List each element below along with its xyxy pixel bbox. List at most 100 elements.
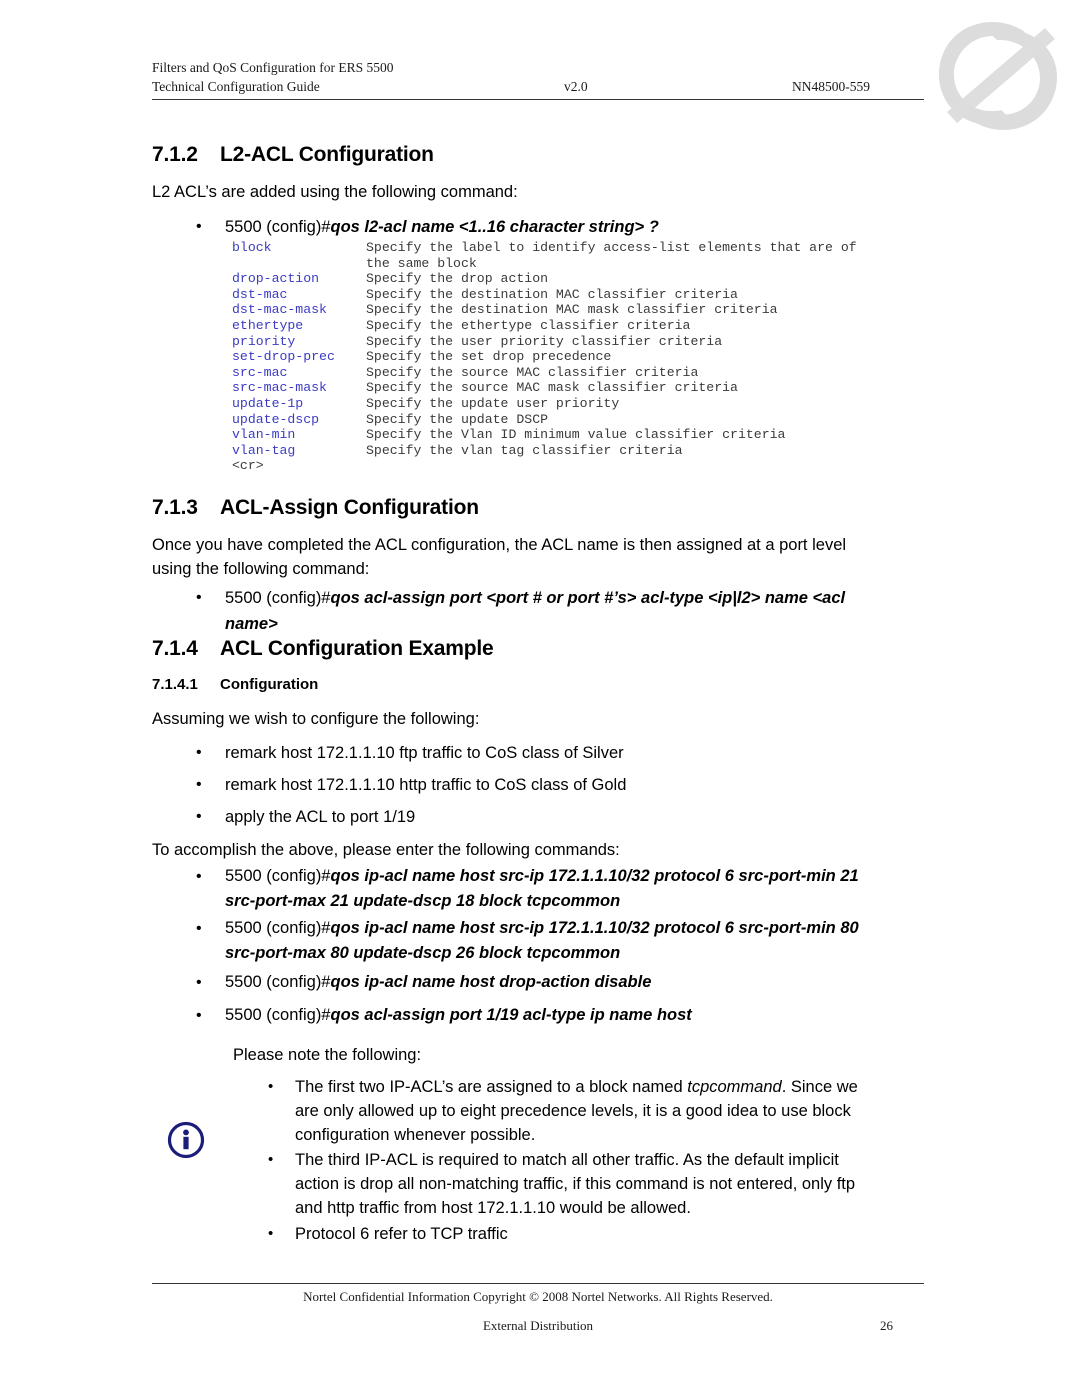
heading-7-1-3-number: 7.1.3	[152, 496, 198, 519]
cli-description: Specify the ethertype classifier criteri…	[366, 317, 691, 333]
cli-help-row: dst-mac Specify the destination MAC class…	[232, 287, 857, 303]
command-text-line1: qos ip-acl name host drop-action disable	[330, 973, 652, 991]
cli-description: Specify the source MAC classifier criter…	[366, 364, 699, 380]
command-prefix: 5500 (config)#	[225, 1006, 331, 1024]
cli-description: Specify the update user priority	[366, 395, 620, 411]
cli-description: Specify the update DSCP	[366, 411, 549, 427]
cli-description: Specify the vlan tag classifier criteria	[366, 442, 683, 458]
config-command-bullet-2: • 5500 (config)#qos ip-acl name host src…	[196, 916, 956, 966]
requirement-bullet-3: • apply the ACL to port 1/19	[196, 804, 415, 830]
bullet-glyph: •	[196, 589, 202, 606]
bullet-glyph: •	[196, 1007, 202, 1024]
document-header: Filters and QoS Configuration for ERS 55…	[152, 58, 924, 96]
bullet-glyph: •	[196, 808, 202, 825]
cli-description: Specify the destination MAC classifier c…	[366, 286, 738, 302]
requirement-text: apply the ACL to port 1/19	[225, 808, 416, 826]
cli-description: Specify the set drop precedence	[366, 349, 612, 365]
note-bullet-2: • The third IP-ACL is required to match …	[268, 1148, 928, 1220]
cli-keyword: src-mac-mask	[232, 380, 327, 396]
cli-help-row: vlan-min Specify the Vlan ID minimum valu…	[232, 427, 857, 443]
cli-keyword: update-dscp	[232, 411, 320, 427]
cli-description: Specify the label to identify access-lis…	[366, 240, 857, 255]
bullet-glyph: •	[196, 974, 202, 991]
cli-keyword: set-drop-prec	[232, 349, 335, 365]
footer-divider	[152, 1283, 924, 1284]
command-text: qos l2-acl name <1..16 character string>…	[330, 218, 659, 236]
cli-help-row: <cr>	[232, 458, 857, 474]
command-prefix: 5500 (config)#	[225, 218, 331, 236]
note-bullet-3: • Protocol 6 refer to TCP traffic	[268, 1222, 928, 1246]
cli-keyword: block	[232, 240, 272, 255]
requirement-text: remark host 172.1.1.10 ftp traffic to Co…	[225, 744, 624, 762]
requirement-bullet-2: • remark host 172.1.1.10 http traffic to…	[196, 772, 626, 798]
footer-distribution: External Distribution	[482, 1318, 594, 1333]
cli-help-row: src-mac Specify the source MAC classifier…	[232, 365, 857, 381]
paragraph-7-1-3-line1: Once you have completed the ACL configur…	[152, 536, 847, 554]
note-emphasis: tcpcommand	[687, 1078, 782, 1096]
cli-description: the same block	[366, 255, 477, 271]
header-title: Filters and QoS Configuration for ERS 55…	[152, 60, 394, 75]
command-bullet-acl-assign: • 5500 (config)#qos acl-assign port <por…	[196, 585, 936, 637]
heading-7-1-4-1: 7.1.4.1 Configuration	[152, 676, 318, 693]
heading-7-1-4-number: 7.1.4	[152, 637, 198, 660]
cli-help-row: dst-mac-mask Specify the destination MAC …	[232, 302, 857, 318]
command-bullet-l2acl: • 5500 (config)#qos l2-acl name <1..16 c…	[196, 214, 936, 240]
note-line3: configuration whenever possible.	[295, 1126, 536, 1144]
config-command-bullet-1: • 5500 (config)#qos ip-acl name host src…	[196, 864, 956, 914]
heading-7-1-2: 7.1.2 L2-ACL Configuration	[152, 143, 434, 167]
cli-help-row: set-drop-prec Specify the set drop preced…	[232, 349, 857, 365]
bullet-glyph: •	[196, 920, 202, 937]
cli-help-row: ethertype Specify the ethertype classifie…	[232, 318, 857, 334]
command-prefix: 5500 (config)#	[225, 867, 331, 885]
command-text-line1: qos acl-assign port 1/19 acl-type ip nam…	[330, 1006, 692, 1024]
heading-7-1-4-title: ACL Configuration Example	[220, 637, 494, 660]
cli-keyword: dst-mac	[232, 286, 288, 302]
cli-help-row: block Specify the label to identify acces…	[232, 240, 857, 256]
heading-7-1-2-title: L2-ACL Configuration	[220, 143, 434, 166]
cli-description: Specify the drop action	[366, 271, 549, 287]
bullet-glyph: •	[196, 744, 202, 761]
command-text-line2: src-port-max 21 update-dscp 18 block tcp…	[225, 892, 621, 910]
config-command-bullet-4: • 5500 (config)#qos acl-assign port 1/19…	[196, 1003, 956, 1028]
requirement-text: remark host 172.1.1.10 http traffic to C…	[225, 776, 627, 794]
cli-keyword: ethertype	[232, 317, 304, 333]
note-line2: action is drop all non-matching traffic,…	[295, 1175, 856, 1193]
cli-help-row: src-mac-mask Specify the source MAC mask …	[232, 380, 857, 396]
cli-keyword: vlan-min	[232, 427, 296, 443]
command-text-line1: qos ip-acl name host src-ip 172.1.1.10/3…	[330, 919, 859, 937]
paragraph-commands-intro: To accomplish the above, please enter th…	[152, 841, 620, 859]
header-divider	[152, 99, 924, 100]
paragraph-7-1-4-1-intro: Assuming we wish to configure the follow…	[152, 710, 480, 728]
command-text-line1: qos ip-acl name host src-ip 172.1.1.10/3…	[330, 867, 859, 885]
heading-7-1-3: 7.1.3 ACL-Assign Configuration	[152, 496, 479, 520]
cli-keyword: dst-mac-mask	[232, 302, 327, 318]
cli-description: Specify the destination MAC mask classif…	[366, 302, 778, 318]
cli-keyword: src-mac	[232, 364, 288, 380]
cli-help-row: drop-action Specify the drop action	[232, 271, 857, 287]
heading-7-1-4-1-number: 7.1.4.1	[152, 676, 198, 693]
heading-7-1-4: 7.1.4 ACL Configuration Example	[152, 637, 494, 661]
cli-help-row: update-1p Specify the update user priorit…	[232, 396, 857, 412]
cli-help-row: priority Specify the user priority classi…	[232, 334, 857, 350]
cli-description: Specify the Vlan ID minimum value classi…	[366, 427, 786, 443]
cli-keyword: <cr>	[232, 458, 264, 474]
note-line1-b: . Since we	[781, 1078, 858, 1096]
command-prefix: 5500 (config)#	[225, 973, 331, 991]
header-subtitle: Technical Configuration Guide	[152, 79, 320, 94]
cli-keyword: priority	[232, 333, 296, 349]
heading-7-1-3-title: ACL-Assign Configuration	[220, 496, 479, 519]
cli-description: Specify the user priority classifier cri…	[366, 333, 723, 349]
bullet-glyph: •	[196, 776, 202, 793]
note-bullet-1: • The first two IP-ACL’s are assigned to…	[268, 1075, 928, 1147]
note-line1-a: The first two IP-ACL’s are assigned to a…	[295, 1078, 688, 1096]
paragraph-7-1-3-intro: Once you have completed the ACL configur…	[152, 533, 942, 581]
header-version: v2.0	[564, 79, 588, 94]
heading-7-1-2-number: 7.1.2	[152, 143, 198, 166]
document-page: Filters and QoS Configuration for ERS 55…	[0, 0, 1080, 1397]
cli-keyword: update-1p	[232, 395, 304, 411]
nortel-globe-logo-icon	[933, 18, 1063, 130]
cli-help-output: block Specify the label to identify acces…	[232, 240, 857, 474]
requirement-bullet-1: • remark host 172.1.1.10 ftp traffic to …	[196, 740, 624, 766]
command-text-line1: qos acl-assign port <port # or port #’s>…	[330, 589, 846, 607]
bullet-glyph: •	[268, 1151, 274, 1168]
